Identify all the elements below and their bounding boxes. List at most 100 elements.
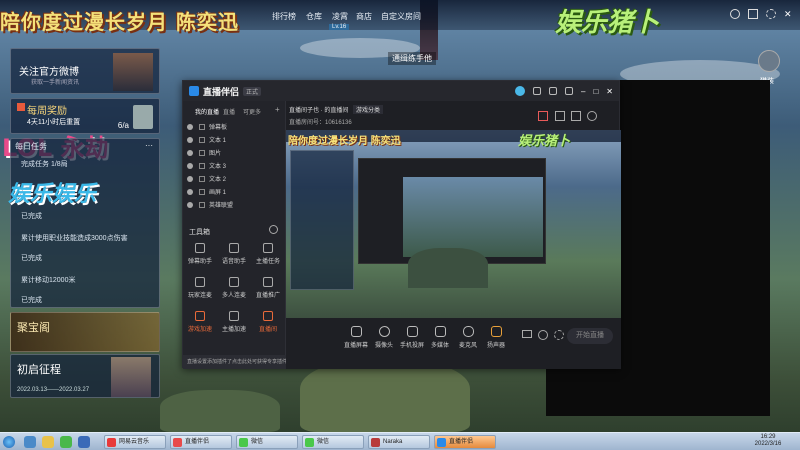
window-titlebar: 直播伴侣 正式 – □ ✕ xyxy=(183,81,619,101)
taskbar-app[interactable]: 网易云音乐 xyxy=(104,435,166,449)
screen-button[interactable]: 直播屏幕 xyxy=(342,326,370,349)
live-companion-window: 直播伴侣 正式 – □ ✕ 我的直播 直播 可更多 + 弹幕板 文本 1 图片 … xyxy=(182,80,621,369)
microphone-icon xyxy=(462,326,474,337)
menu-icon[interactable] xyxy=(565,87,573,95)
settings-icon[interactable] xyxy=(549,87,557,95)
clock-time: 16:29 xyxy=(760,434,776,440)
toolbox-more-icon[interactable] xyxy=(269,225,278,234)
lock-icon[interactable] xyxy=(199,136,205,143)
nav-item-warehouse[interactable]: 仓库 xyxy=(306,11,322,22)
avatar-icon[interactable] xyxy=(758,50,780,72)
browser-icon[interactable] xyxy=(24,436,36,448)
eye-icon[interactable] xyxy=(538,330,548,340)
eye-icon[interactable] xyxy=(187,175,193,182)
camera-button[interactable]: 摄像头 xyxy=(370,326,398,349)
tab-my-live[interactable]: 我的直播 xyxy=(195,107,219,116)
weibo-character-image xyxy=(113,53,153,91)
reward-icon xyxy=(17,103,25,111)
source-item[interactable]: 文本 1 xyxy=(187,134,282,145)
tool-promote[interactable]: 直播推广 xyxy=(253,277,283,303)
taskbar-app[interactable]: 直播伴侣 xyxy=(170,435,232,449)
tool-player-link[interactable]: 玩家连麦 xyxy=(185,277,215,303)
folder-icon[interactable] xyxy=(42,436,54,448)
tab-more[interactable]: 可更多 xyxy=(243,107,261,116)
eye-icon[interactable] xyxy=(187,149,193,156)
tool-task[interactable]: 主播任务 xyxy=(253,243,283,269)
app-name: 直播伴侣 xyxy=(203,86,240,97)
source-item[interactable]: 弹幕板 xyxy=(187,121,282,132)
eye-icon[interactable] xyxy=(187,136,193,143)
stream-title: 直播间子也 · 的直播间 xyxy=(289,108,349,114)
lock-icon[interactable] xyxy=(199,162,205,169)
task-status: 已完成 xyxy=(21,213,42,220)
category-select[interactable]: 游戏分类 xyxy=(353,105,384,114)
treasure-card[interactable]: 聚宝阁 xyxy=(10,312,160,352)
eye-icon[interactable] xyxy=(187,162,193,169)
taskbar-app-active[interactable]: 直播伴侣 xyxy=(434,435,496,449)
app-icon[interactable] xyxy=(60,436,72,448)
stream-preview[interactable]: 陪你度过漫长岁月 陈奕迅 娱乐猪卜 xyxy=(286,130,621,318)
start-menu-icon[interactable] xyxy=(3,436,15,448)
nav-item-ranking[interactable]: 排行榜 xyxy=(272,11,296,22)
eye-icon[interactable] xyxy=(187,188,193,195)
source-item[interactable]: 图片 xyxy=(187,147,282,158)
taskbar-app[interactable]: 微信 xyxy=(302,435,364,449)
nav-item-custom-room[interactable]: 自定义房间 xyxy=(381,11,421,22)
record-icon[interactable] xyxy=(571,111,581,121)
lock-icon[interactable] xyxy=(199,188,205,195)
taskbar-app[interactable]: Naraka xyxy=(368,435,430,449)
maximize-icon[interactable]: □ xyxy=(593,87,598,96)
eye-icon[interactable] xyxy=(187,201,193,208)
source-item[interactable]: 画屏 1 xyxy=(187,186,282,197)
message-icon[interactable] xyxy=(533,87,541,95)
lock-icon[interactable] xyxy=(555,111,565,121)
close-icon[interactable]: ✕ xyxy=(606,87,613,96)
more-icon[interactable]: ··· xyxy=(145,141,153,150)
eye-icon[interactable] xyxy=(187,123,193,130)
nav-item-lingxiao[interactable]: 凌霄 xyxy=(332,11,348,22)
weibo-card[interactable]: 关注官方微博 获取一手新闻资讯 xyxy=(10,48,160,94)
danmu-icon xyxy=(195,243,205,253)
record-video-icon[interactable] xyxy=(522,330,532,338)
stream-overlay-song-title: 陪你度过漫长岁月 陈奕迅 xyxy=(0,10,239,34)
help-icon[interactable] xyxy=(730,9,740,19)
tool-multi-link[interactable]: 多人连麦 xyxy=(219,277,249,303)
tool-game-boost[interactable]: 游戏加速 xyxy=(185,311,215,337)
naraka-icon xyxy=(371,438,380,447)
expedition-card[interactable]: 初启征程 2022.03.13——2022.03.27 xyxy=(10,354,160,398)
tooltip-label: 通缉练手他 xyxy=(388,52,436,65)
taskbar-clock[interactable]: 16:29 2022/3/16 xyxy=(740,434,796,448)
tool-voice[interactable]: 语音助手 xyxy=(219,243,249,269)
task-text: 累计使用职业技能造成3000点伤害 xyxy=(21,235,128,242)
taskbar-app[interactable]: 微信 xyxy=(236,435,298,449)
nav-item-shop[interactable]: 商店 xyxy=(356,11,372,22)
add-source-icon[interactable]: + xyxy=(275,105,280,114)
settings-icon[interactable] xyxy=(766,9,776,19)
close-icon[interactable]: ✕ xyxy=(784,9,794,19)
tool-live-room[interactable]: 直播间 xyxy=(253,311,283,337)
source-item[interactable]: 文本 3 xyxy=(187,160,282,171)
lock-icon[interactable] xyxy=(199,201,205,208)
lock-icon[interactable] xyxy=(199,149,205,156)
lock-icon[interactable] xyxy=(199,123,205,130)
speaker-button[interactable]: 扬声器 xyxy=(482,326,510,349)
tab-live[interactable]: 直播 xyxy=(223,107,235,116)
phone-cast-button[interactable]: 手机投屏 xyxy=(398,326,426,349)
app-logo-icon xyxy=(189,86,199,96)
share-icon[interactable] xyxy=(587,111,597,121)
settings-icon[interactable] xyxy=(554,330,564,340)
minimize-icon[interactable]: – xyxy=(581,87,585,96)
plugin-notice[interactable]: 直播设置添加插件了点击此处可获得专享插件 xyxy=(183,355,286,369)
lock-icon[interactable] xyxy=(199,175,205,182)
tool-host-boost[interactable]: 主播加速 xyxy=(219,311,249,337)
gift-icon[interactable] xyxy=(538,111,548,121)
source-item[interactable]: 文本 2 xyxy=(187,173,282,184)
user-avatar[interactable] xyxy=(515,86,525,96)
app-icon[interactable] xyxy=(78,436,90,448)
start-live-button[interactable]: 开始直播 xyxy=(567,328,613,344)
media-button[interactable]: 多媒体 xyxy=(426,326,454,349)
microphone-button[interactable]: 麦克风 xyxy=(454,326,482,349)
mail-icon[interactable] xyxy=(748,9,758,19)
tool-danmu[interactable]: 弹幕助手 xyxy=(185,243,215,269)
source-item[interactable]: 英雄联盟 xyxy=(187,199,282,210)
